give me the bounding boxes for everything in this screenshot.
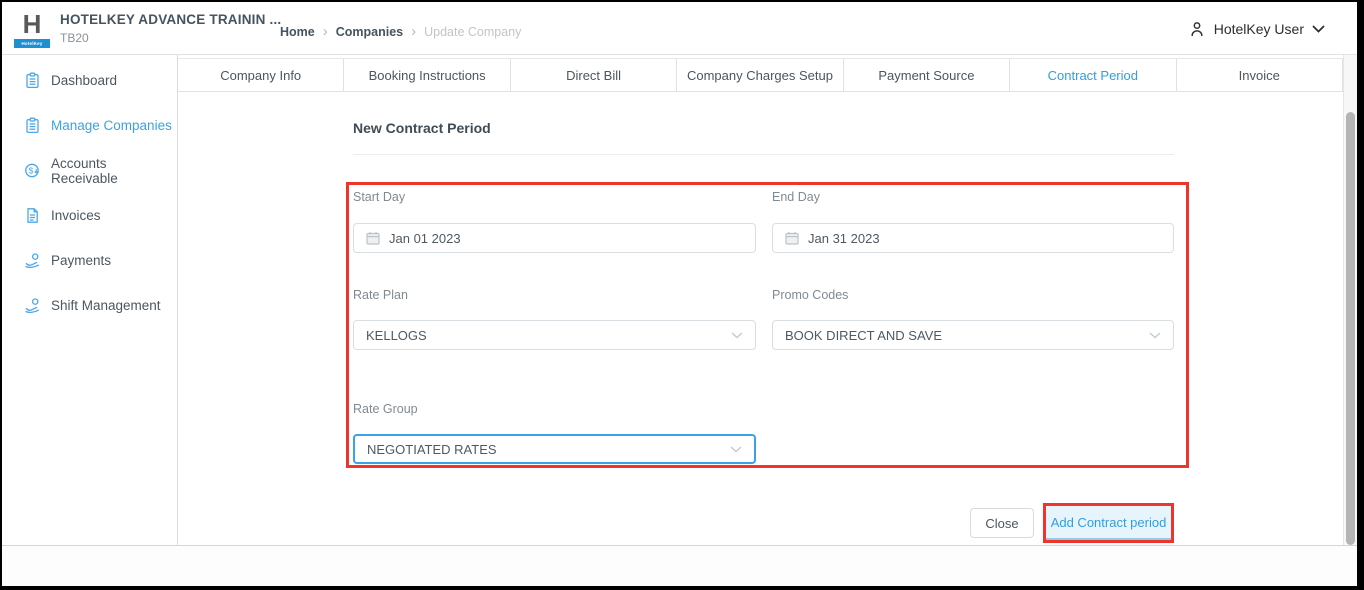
start-day-label: Start Day [353, 190, 405, 204]
rate-group-label: Rate Group [353, 402, 418, 416]
start-day-value: Jan 01 2023 [389, 231, 461, 246]
contract-period-panel: New Contract Period Start Day Jan 01 202… [178, 92, 1343, 545]
chevron-down-icon [1312, 25, 1325, 33]
dollar-circle-icon: $ [23, 162, 41, 180]
tab-bar: Company Info Booking Instructions Direct… [178, 58, 1343, 92]
tab-company-info[interactable]: Company Info [178, 59, 344, 91]
sidebar-item-accounts-receivable[interactable]: $ Accounts Receivable [2, 148, 177, 193]
end-day-input[interactable]: Jan 31 2023 [772, 223, 1174, 253]
tab-company-charges-setup[interactable]: Company Charges Setup [677, 59, 843, 91]
property-title: HOTELKEY ADVANCE TRAININ ... [60, 12, 281, 27]
scrollbar-thumb[interactable] [1346, 112, 1355, 545]
property-title-block: HOTELKEY ADVANCE TRAININ ... TB20 [60, 12, 281, 45]
sidebar-item-label: Shift Management [51, 298, 161, 313]
tab-direct-bill[interactable]: Direct Bill [511, 59, 677, 91]
user-name: HotelKey User [1214, 21, 1304, 37]
add-button-annotation-box: Add Contract period [1043, 503, 1174, 543]
top-header: H HotelKey HOTELKEY ADVANCE TRAININ ... … [2, 2, 1357, 55]
hand-coin-icon [23, 252, 41, 270]
chevron-down-icon [730, 446, 742, 453]
tab-payment-source[interactable]: Payment Source [844, 59, 1010, 91]
calendar-icon [366, 231, 380, 245]
sidebar-item-dashboard[interactable]: Dashboard [2, 58, 177, 103]
svg-text:$: $ [28, 165, 33, 175]
sidebar-item-shift-management[interactable]: Shift Management [2, 283, 177, 328]
logo-letter: H [14, 8, 50, 39]
promo-codes-select[interactable]: BOOK DIRECT AND SAVE [772, 320, 1174, 350]
end-day-label: End Day [772, 190, 820, 204]
logo-brand-label: HotelKey [14, 39, 50, 48]
sidebar-item-label: Manage Companies [51, 118, 172, 133]
tab-contract-period[interactable]: Contract Period [1010, 59, 1176, 91]
app-window: H HotelKey HOTELKEY ADVANCE TRAININ ... … [0, 0, 1364, 590]
sidebar-item-label: Dashboard [51, 73, 117, 88]
rate-group-select[interactable]: NEGOTIATED RATES [353, 434, 756, 464]
add-contract-period-button[interactable]: Add Contract period [1046, 506, 1171, 540]
chevron-down-icon [1149, 332, 1161, 339]
close-button[interactable]: Close [970, 508, 1034, 538]
vertical-scrollbar[interactable] [1343, 55, 1357, 545]
heading-divider [353, 154, 1174, 155]
sidebar: Dashboard Manage Companies $ [2, 55, 178, 545]
start-day-input[interactable]: Jan 01 2023 [353, 223, 756, 253]
hand-coin-icon [23, 297, 41, 315]
clipboard-icon [23, 72, 41, 90]
sidebar-item-invoices[interactable]: Invoices [2, 193, 177, 238]
end-day-value: Jan 31 2023 [808, 231, 880, 246]
rate-plan-label: Rate Plan [353, 288, 408, 302]
sidebar-item-manage-companies[interactable]: Manage Companies [2, 103, 177, 148]
breadcrumb-home[interactable]: Home [280, 25, 315, 39]
breadcrumb: Home › Companies › Update Company [280, 24, 521, 39]
sidebar-item-payments[interactable]: Payments [2, 238, 177, 283]
rate-plan-value: KELLOGS [366, 328, 427, 343]
sidebar-item-label: Invoices [51, 208, 101, 223]
breadcrumb-update-company: Update Company [424, 25, 521, 39]
person-icon [1188, 20, 1206, 38]
main-area: Company Info Booking Instructions Direct… [178, 55, 1343, 545]
body-row: Dashboard Manage Companies $ [2, 55, 1357, 545]
footer-strip [2, 545, 1357, 586]
tab-invoice[interactable]: Invoice [1177, 59, 1343, 91]
promo-codes-label: Promo Codes [772, 288, 848, 302]
chevron-down-icon [731, 332, 743, 339]
property-code: TB20 [60, 31, 281, 45]
promo-codes-value: BOOK DIRECT AND SAVE [785, 328, 942, 343]
calendar-icon [785, 231, 799, 245]
clipboard-icon [23, 117, 41, 135]
user-menu[interactable]: HotelKey User [1188, 2, 1325, 55]
breadcrumb-separator-icon: › [411, 24, 416, 39]
breadcrumb-separator-icon: › [323, 24, 328, 39]
page-title: New Contract Period [353, 120, 491, 136]
sidebar-item-label: Payments [51, 253, 111, 268]
hotelkey-logo: H HotelKey [14, 8, 50, 48]
breadcrumb-companies[interactable]: Companies [336, 25, 403, 39]
rate-group-value: NEGOTIATED RATES [367, 442, 497, 457]
tab-booking-instructions[interactable]: Booking Instructions [344, 59, 510, 91]
rate-plan-select[interactable]: KELLOGS [353, 320, 756, 350]
document-icon [23, 207, 41, 225]
sidebar-item-label: Accounts Receivable [51, 156, 177, 186]
